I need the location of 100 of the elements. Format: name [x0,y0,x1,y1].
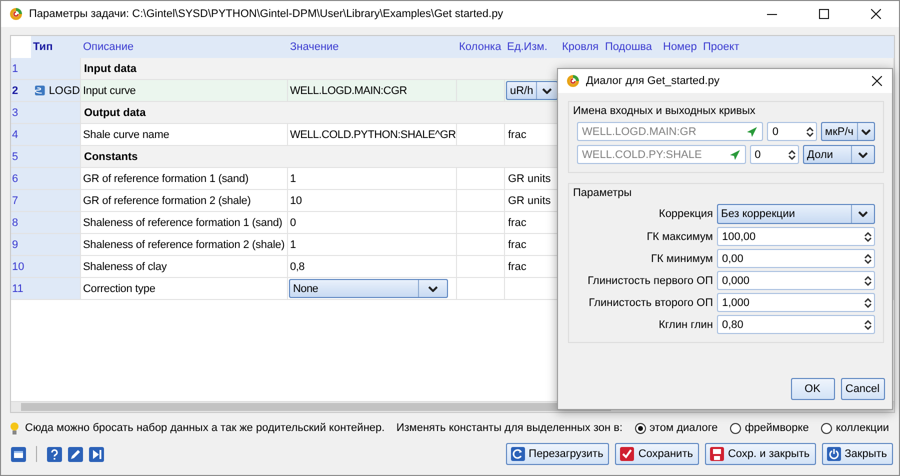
value-cell: WELL.LOGD.MAIN:CGR [288,80,457,102]
row-number[interactable]: 7 [11,190,31,212]
description-cell: Shaleness of clay [81,256,288,278]
radio-button[interactable] [820,422,832,434]
power-icon [826,447,841,461]
value-cell: 0,8 [288,256,457,278]
type-cell [31,234,81,256]
row-number[interactable]: 10 [11,256,31,278]
column-header[interactable]: Тип [31,36,81,58]
field-label: Кглин глин [658,318,713,330]
column-header[interactable]: Проект [701,36,761,58]
curve-name-field[interactable]: WELL.LOGD.MAIN:GR [577,122,764,141]
radio-button[interactable] [730,422,741,434]
number-spinbox[interactable]: 0,00 [717,249,875,268]
row-number[interactable]: 8 [11,212,31,234]
number-spinbox[interactable]: 0,80 [717,315,875,334]
window-list-icon[interactable] [11,446,26,462]
column-header[interactable]: Номер [661,36,701,58]
spin-arrows-icon[interactable] [864,230,872,242]
app-logo-icon [9,7,23,21]
type-cell [31,190,81,212]
table-cell [457,256,505,278]
field-label: Глинистость второго ОП [588,296,713,308]
hint-text: Сюда можно бросать набор данных а так же родительский контейнер. [25,422,386,434]
toolbar-button[interactable]: Сохранить [615,443,699,465]
radio-group-label: Изменять константы для выделенных зон в: [396,422,623,434]
skip-forward-icon[interactable] [89,446,104,462]
table-cell [457,234,505,256]
curve-icon [35,84,45,97]
spin-arrows-icon[interactable] [806,126,814,138]
pencil-icon[interactable] [68,446,83,462]
window-title: Параметры задачи: C:\Gintel\SYSD\PYTHON\Gintel-DPM\User\Library\Examples\Get started.py [29,8,504,20]
spin-arrows-icon[interactable] [788,148,796,160]
toolbar-button[interactable]: Сохр. и закрыть [704,443,816,465]
column-header[interactable]: Значение [288,36,457,58]
row-number[interactable]: 4 [11,124,31,146]
number-spinbox[interactable]: 0 [767,122,817,141]
dialog-button[interactable]: OK [791,378,835,400]
unit-dropdown[interactable]: мкР/ч [821,122,875,141]
column-header[interactable]: Подошва [603,36,661,58]
field-label: ГК максимум [646,230,713,242]
chevron-down-icon [858,211,868,217]
unit-dropdown[interactable]: Доли [803,145,876,164]
row-number[interactable]: 1 [11,58,31,80]
unit-dropdown[interactable]: uR/h [506,81,558,100]
description-cell: Shaleness of reference formation 2 (shale) [81,234,288,256]
type-cell [31,124,81,146]
curve-name-field[interactable]: WELL.COLD.PY:SHALE [577,145,746,164]
value-cell: 1 [288,168,457,190]
app-logo-icon [566,74,580,88]
value-cell: 1 [288,234,457,256]
row-number[interactable]: 2 [11,80,31,102]
close-icon[interactable] [872,76,882,86]
arrow-pointer-icon[interactable] [746,126,758,138]
radio-label[interactable]: коллекции [836,422,889,434]
row-number[interactable]: 3 [11,102,31,124]
radio-label[interactable]: этом диалоге [650,422,718,434]
column-header[interactable]: Ед.Изм. [505,36,560,58]
column-header[interactable]: Кровля [560,36,603,58]
spin-arrows-icon[interactable] [864,318,872,330]
number-spinbox[interactable]: 100,00 [717,227,875,246]
toolbar-button[interactable]: Перезагрузить [506,443,610,465]
table-cell [457,168,505,190]
field-label: Глинистость первого ОП [586,274,713,286]
close-icon[interactable] [871,9,881,19]
description-cell: Input curve [81,80,288,102]
field-label: ГК минимум [650,252,713,264]
row-number[interactable]: 5 [11,146,31,168]
spin-arrows-icon[interactable] [864,296,872,308]
column-header[interactable]: Колонка [457,36,505,58]
correction-dropdown[interactable]: Без коррекции [717,204,875,224]
value-dropdown[interactable]: None [289,279,448,298]
toolbar-button[interactable]: Закрыть [822,443,893,465]
maximize-icon[interactable] [819,9,829,19]
type-cell [31,256,81,278]
description-cell: GR of reference formation 2 (shale) [81,190,288,212]
spin-arrows-icon[interactable] [864,274,872,286]
description-cell: Correction type [81,278,288,300]
number-spinbox[interactable]: 0 [750,145,800,164]
reload-icon [510,447,525,461]
checkmark-icon [620,447,634,461]
lightbulb-icon [10,422,19,434]
table-cell [457,190,505,212]
spin-arrows-icon[interactable] [864,252,872,264]
arrow-pointer-icon[interactable] [728,148,741,160]
help-icon[interactable] [47,446,62,462]
chevron-down-icon [860,128,871,134]
chevron-down-icon [428,286,438,292]
group-title: Параметры [573,187,632,199]
row-number[interactable]: 11 [11,278,31,300]
field-label: Коррекция [658,208,713,220]
number-spinbox[interactable]: 1,000 [717,293,875,312]
radio-label[interactable]: фреймворке [744,422,809,434]
row-number[interactable]: 9 [11,234,31,256]
dialog-button[interactable]: Cancel [841,378,885,400]
number-spinbox[interactable]: 0,000 [717,271,875,290]
group-title: Имена входных и выходных кривых [573,105,756,117]
radio-button[interactable] [634,422,646,434]
row-number[interactable]: 6 [11,168,31,190]
column-header[interactable]: Описание [81,36,288,58]
